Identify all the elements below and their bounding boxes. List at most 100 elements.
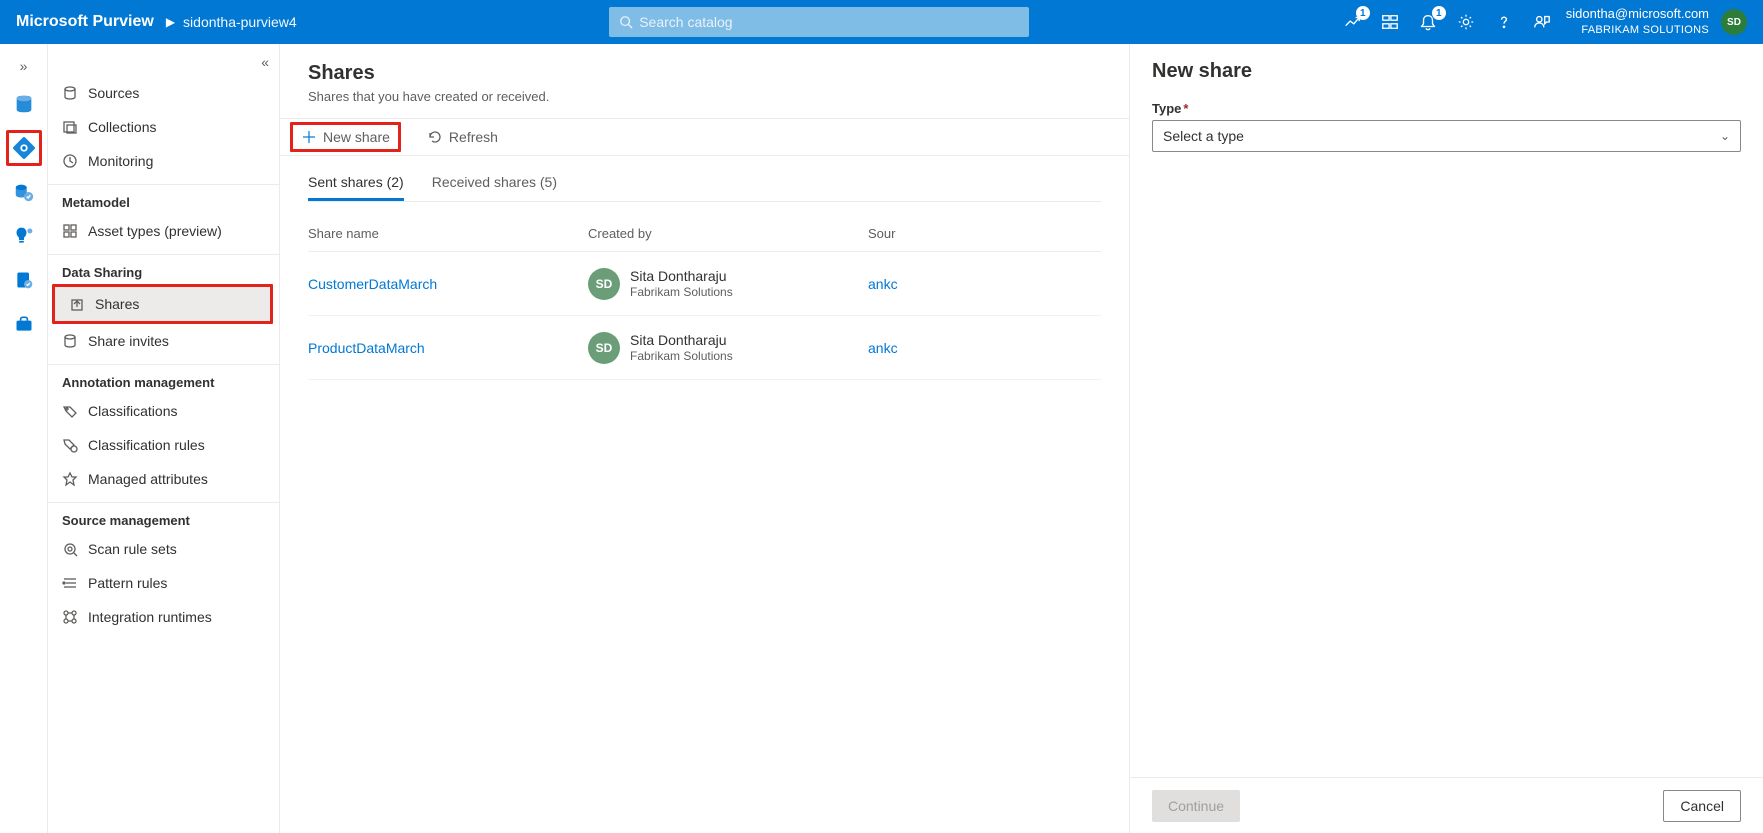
sidebar-item-label: Integration runtimes xyxy=(88,609,212,625)
sidebar-group-metamodel: Metamodel xyxy=(48,184,279,214)
sidebar-item-share-invites[interactable]: Share invites xyxy=(48,324,279,358)
source-link[interactable]: ankc xyxy=(868,340,898,356)
continue-button: Continue xyxy=(1152,790,1240,822)
page-title: Shares xyxy=(308,62,1101,85)
creator-org: Fabrikam Solutions xyxy=(630,349,733,363)
panel-footer: Continue Cancel xyxy=(1130,777,1763,833)
tabs: Sent shares (2) Received shares (5) xyxy=(308,166,1101,202)
table-row[interactable]: ProductDataMarch SD Sita Dontharaju Fabr… xyxy=(308,316,1101,380)
directory-icon[interactable] xyxy=(1380,12,1400,32)
sidebar-item-classifications[interactable]: Classifications xyxy=(48,394,279,428)
scan-rule-sets-icon xyxy=(62,541,78,557)
shares-icon xyxy=(69,296,85,312)
sidebar-item-sources[interactable]: Sources xyxy=(48,76,279,110)
sidebar-item-monitoring[interactable]: Monitoring xyxy=(48,144,279,178)
creator-name: Sita Dontharaju xyxy=(630,268,733,285)
sidebar-item-label: Scan rule sets xyxy=(88,541,177,557)
col-share-name[interactable]: Share name xyxy=(308,226,588,241)
shares-table: Share name Created by Sour CustomerDataM… xyxy=(308,220,1101,380)
creator-avatar: SD xyxy=(588,332,620,364)
sidebar-group-source-management: Source management xyxy=(48,502,279,532)
rail-item-data-estate[interactable] xyxy=(6,174,42,210)
sidebar-item-label: Share invites xyxy=(88,333,169,349)
sidebar-item-classification-rules[interactable]: Classification rules xyxy=(48,428,279,462)
sidebar-item-label: Pattern rules xyxy=(88,575,167,591)
user-email: sidontha@microsoft.com xyxy=(1566,6,1709,23)
pattern-rules-icon xyxy=(62,575,78,591)
rail-item-management[interactable] xyxy=(6,306,42,342)
table-header: Share name Created by Sour xyxy=(308,220,1101,252)
sidebar-item-shares[interactable]: Shares xyxy=(55,287,270,321)
command-bar: New share Refresh xyxy=(280,118,1129,156)
plus-icon xyxy=(301,129,317,145)
sidebar-item-label: Asset types (preview) xyxy=(88,223,222,239)
source-link[interactable]: ankc xyxy=(868,276,898,292)
refresh-icon xyxy=(427,129,443,145)
new-share-panel: New share Type* Select a type ⌄ Continue… xyxy=(1129,44,1763,833)
rail-item-data-map[interactable] xyxy=(6,130,42,166)
sidebar-item-label: Monitoring xyxy=(88,153,153,169)
sidebar-item-pattern-rules[interactable]: Pattern rules xyxy=(48,566,279,600)
search-input[interactable] xyxy=(639,14,1019,30)
sidebar-item-label: Classification rules xyxy=(88,437,205,453)
col-created-by[interactable]: Created by xyxy=(588,226,868,241)
diagnostics-icon[interactable]: 1 xyxy=(1342,12,1362,32)
creator-org: Fabrikam Solutions xyxy=(630,285,733,299)
share-name-link[interactable]: ProductDataMarch xyxy=(308,340,425,356)
sidebar-item-asset-types[interactable]: Asset types (preview) xyxy=(48,214,279,248)
rail-expand-icon[interactable]: » xyxy=(6,54,42,78)
tab-received-shares[interactable]: Received shares (5) xyxy=(432,166,557,201)
sidebar-item-label: Shares xyxy=(95,296,139,312)
share-invites-icon xyxy=(62,333,78,349)
notification-badge: 1 xyxy=(1356,6,1370,20)
sidebar-item-scan-rule-sets[interactable]: Scan rule sets xyxy=(48,532,279,566)
sidebar-group-annotation: Annotation management xyxy=(48,364,279,394)
tab-sent-shares[interactable]: Sent shares (2) xyxy=(308,166,404,201)
required-asterisk: * xyxy=(1183,101,1188,116)
sidebar-collapse-icon[interactable]: « xyxy=(48,54,279,76)
select-placeholder: Select a type xyxy=(1163,128,1244,144)
type-select[interactable]: Select a type ⌄ xyxy=(1152,120,1741,152)
panel-title: New share xyxy=(1152,60,1741,83)
managed-attributes-icon xyxy=(62,471,78,487)
classifications-icon xyxy=(62,403,78,419)
user-info[interactable]: sidontha@microsoft.com FABRIKAM SOLUTION… xyxy=(1566,6,1709,37)
classification-rules-icon xyxy=(62,437,78,453)
cancel-button[interactable]: Cancel xyxy=(1663,790,1741,822)
sidebar: « Sources Collections Monitoring Metamod… xyxy=(48,44,280,833)
page-subtitle: Shares that you have created or received… xyxy=(308,89,1101,104)
integration-runtimes-icon xyxy=(62,609,78,625)
breadcrumb-context[interactable]: sidontha-purview4 xyxy=(183,14,297,30)
share-name-link[interactable]: CustomerDataMarch xyxy=(308,276,437,292)
product-title[interactable]: Microsoft Purview xyxy=(16,13,154,31)
col-source[interactable]: Sour xyxy=(868,226,1101,241)
sidebar-item-integration-runtimes[interactable]: Integration runtimes xyxy=(48,600,279,634)
creator-name: Sita Dontharaju xyxy=(630,332,733,349)
new-share-button[interactable]: New share xyxy=(290,122,401,152)
button-label: New share xyxy=(323,129,390,145)
collections-icon xyxy=(62,119,78,135)
rail-item-insights[interactable] xyxy=(6,218,42,254)
icon-rail: » xyxy=(0,44,48,833)
sidebar-item-label: Collections xyxy=(88,119,156,135)
search-box[interactable] xyxy=(609,7,1029,37)
sidebar-item-managed-attributes[interactable]: Managed attributes xyxy=(48,462,279,496)
chevron-down-icon: ⌄ xyxy=(1720,129,1730,143)
user-avatar[interactable]: SD xyxy=(1721,9,1747,35)
help-icon[interactable] xyxy=(1494,12,1514,32)
feedback-icon[interactable] xyxy=(1532,12,1552,32)
notifications-icon[interactable]: 1 xyxy=(1418,12,1438,32)
settings-icon[interactable] xyxy=(1456,12,1476,32)
sidebar-item-label: Classifications xyxy=(88,403,177,419)
table-row[interactable]: CustomerDataMarch SD Sita Dontharaju Fab… xyxy=(308,252,1101,316)
button-label: Refresh xyxy=(449,129,498,145)
refresh-button[interactable]: Refresh xyxy=(419,125,506,149)
main-content: Shares Shares that you have created or r… xyxy=(280,44,1129,833)
rail-item-policy[interactable] xyxy=(6,262,42,298)
monitoring-icon xyxy=(62,153,78,169)
user-org: FABRIKAM SOLUTIONS xyxy=(1566,23,1709,37)
sidebar-item-collections[interactable]: Collections xyxy=(48,110,279,144)
sidebar-item-label: Managed attributes xyxy=(88,471,208,487)
rail-item-catalog[interactable] xyxy=(6,86,42,122)
creator-avatar: SD xyxy=(588,268,620,300)
